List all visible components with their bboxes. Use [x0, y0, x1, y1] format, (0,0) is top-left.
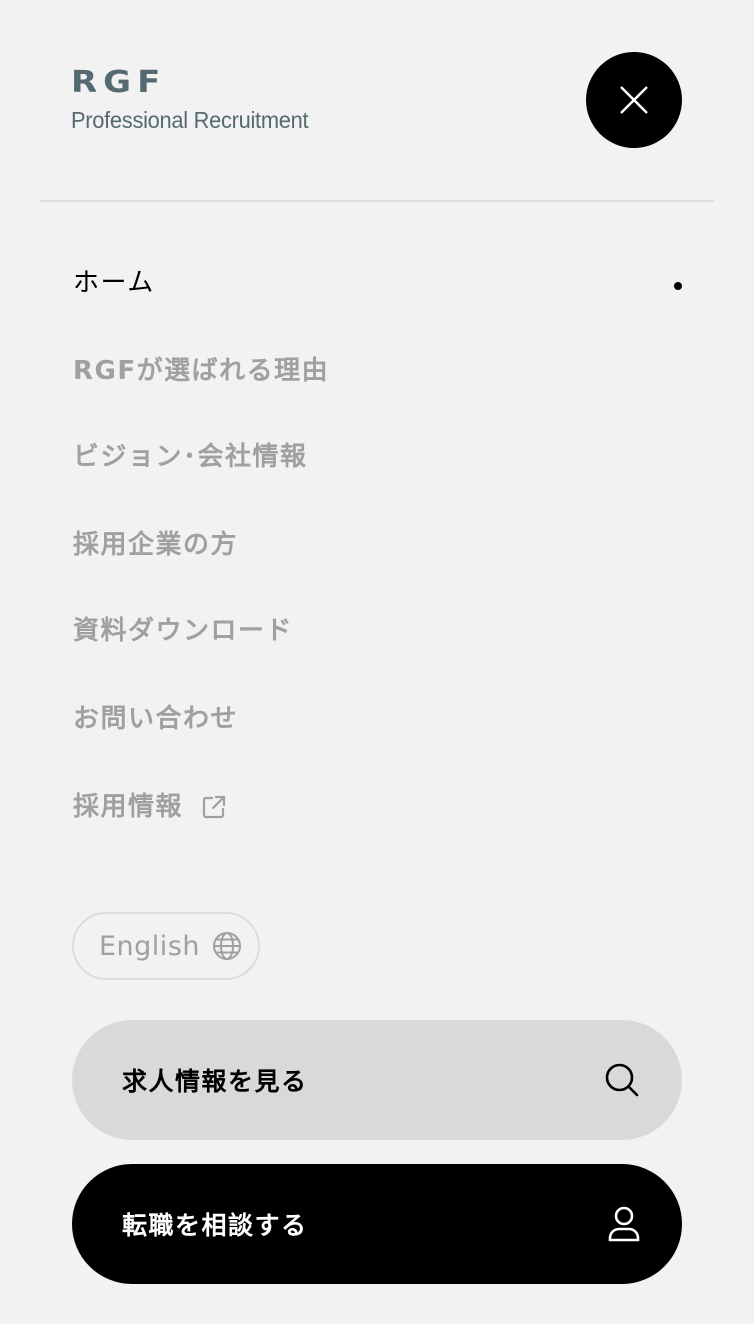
- header-divider: [40, 200, 714, 202]
- user-icon: [608, 1206, 640, 1242]
- nav-item-label: ビジョン･会社情報: [73, 442, 308, 472]
- search-jobs-label: 求人情報を見る: [122, 1067, 308, 1096]
- nav-item-careers[interactable]: 採用情報: [73, 790, 227, 824]
- globe-icon: [212, 931, 242, 961]
- language-label: English: [99, 930, 200, 962]
- brand-subtitle: Professional Recruitment: [71, 107, 309, 133]
- nav-item-downloads[interactable]: 資料ダウンロード: [73, 614, 293, 648]
- language-switch-button[interactable]: English: [72, 912, 260, 980]
- consult-career-button[interactable]: 転職を相談する: [72, 1164, 682, 1284]
- close-menu-button[interactable]: [586, 52, 682, 148]
- external-link-icon: [201, 794, 227, 820]
- nav-item-label: ホーム: [73, 268, 155, 298]
- nav-item-label: 採用情報: [73, 792, 184, 822]
- consult-career-label: 転職を相談する: [122, 1211, 308, 1240]
- brand-mark: RGF: [71, 64, 167, 101]
- nav-item-label: 採用企業の方: [73, 530, 239, 560]
- brand-logo[interactable]: RGF Professional Recruitment: [71, 66, 351, 136]
- search-jobs-button[interactable]: 求人情報を見る: [72, 1020, 682, 1140]
- nav-item-label: お問い合わせ: [73, 704, 239, 734]
- nav-item-for-employers[interactable]: 採用企業の方: [73, 528, 238, 562]
- nav-item-label: 資料ダウンロード: [73, 616, 294, 646]
- search-icon: [604, 1062, 640, 1098]
- nav-item-contact[interactable]: お問い合わせ: [73, 702, 238, 736]
- nav-item-label: RGFが選ばれる理由: [73, 356, 330, 386]
- active-indicator-dot: [674, 282, 682, 290]
- nav-item-vision-company[interactable]: ビジョン･会社情報: [73, 440, 308, 474]
- nav-item-why-rgf[interactable]: RGFが選ばれる理由: [73, 354, 329, 388]
- nav-item-home[interactable]: ホーム: [73, 266, 155, 300]
- close-icon: [620, 86, 648, 114]
